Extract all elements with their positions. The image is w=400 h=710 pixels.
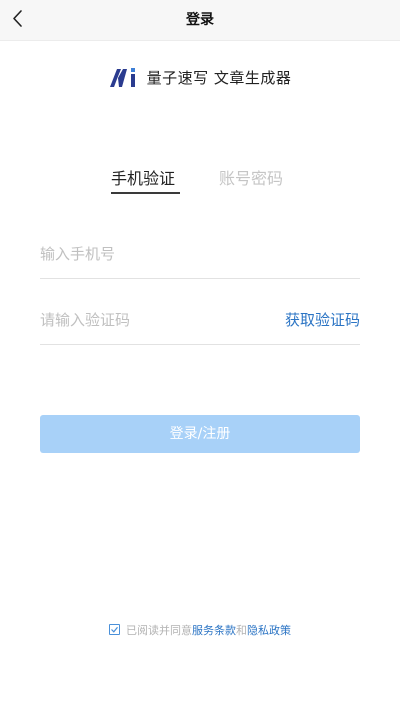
agreement-conjunction: 和: [236, 624, 247, 637]
brand-logo-icon: [109, 68, 135, 87]
brand-header: 量子速写 文章生成器: [0, 66, 400, 96]
privacy-link[interactable]: 隐私政策: [247, 624, 291, 637]
checkmark-icon: [111, 626, 118, 633]
back-button[interactable]: [4, 4, 34, 34]
page-title: 登录: [186, 12, 214, 28]
terms-link[interactable]: 服务条款: [192, 624, 236, 637]
agree-checkbox[interactable]: [109, 624, 120, 635]
chevron-left-icon: [13, 10, 22, 27]
agreement-prefix: 已阅读并同意: [126, 624, 192, 637]
tab-account-password[interactable]: 账号密码: [219, 168, 283, 190]
nav-bar: 登录: [0, 0, 400, 41]
brand-name: 量子速写 文章生成器: [146, 68, 292, 87]
agreement-row: 已阅读并同意服务条款和隐私政策: [0, 622, 400, 638]
tab-phone-verification[interactable]: 手机验证: [111, 168, 175, 190]
verification-code-input[interactable]: [40, 300, 260, 340]
phone-input[interactable]: [40, 234, 360, 274]
code-field: 获取验证码: [40, 300, 360, 345]
login-register-button[interactable]: 登录/注册: [40, 415, 360, 453]
get-code-button[interactable]: 获取验证码: [285, 300, 360, 340]
phone-field: [40, 234, 360, 279]
active-tab-indicator: [111, 192, 180, 194]
